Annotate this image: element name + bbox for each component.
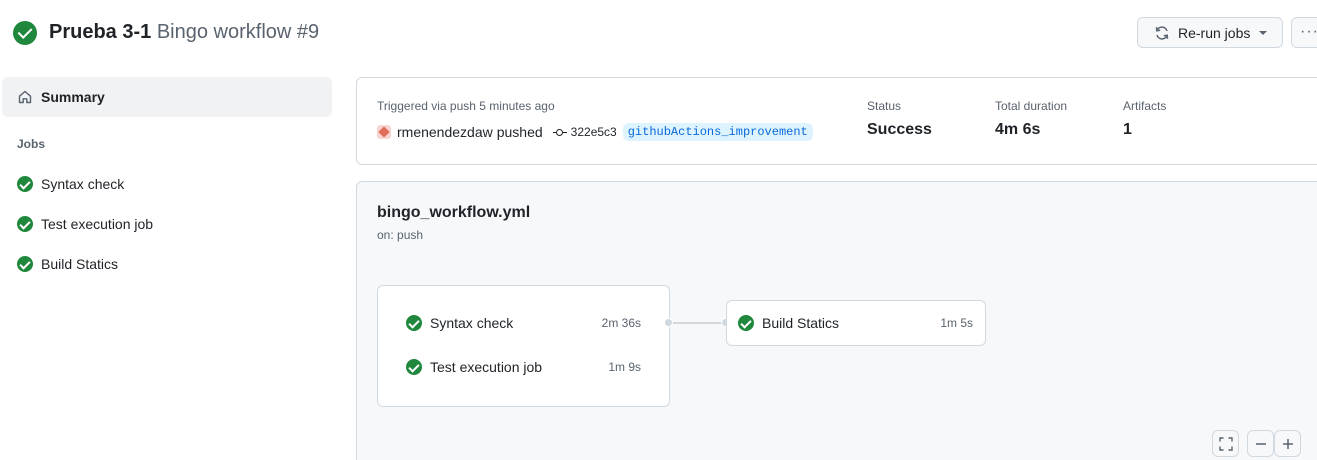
run-status-success-icon	[13, 21, 37, 45]
workflow-file-name[interactable]: bingo_workflow.yml	[377, 204, 530, 222]
connector-dot	[664, 318, 673, 327]
artifacts-label: Artifacts	[1123, 99, 1167, 113]
success-icon	[406, 315, 422, 331]
sync-icon	[1155, 25, 1169, 40]
plus-icon	[1282, 438, 1293, 449]
job-group: Syntax check 2m 36s Test execution job 1…	[377, 285, 670, 407]
triggered-text: Triggered via push 5 minutes ago	[377, 99, 555, 113]
success-icon	[17, 256, 33, 272]
actor-name[interactable]: rmenendezdaw	[397, 124, 493, 140]
graph-job-test-execution[interactable]: Test execution job 1m 9s	[406, 359, 641, 375]
caret-down-icon	[1259, 30, 1268, 35]
jobs-heading: Jobs	[17, 137, 46, 151]
success-icon	[406, 359, 422, 375]
graph-job-label: Syntax check	[430, 315, 514, 331]
screen-full-icon	[1218, 436, 1233, 451]
status-stat: Status Success	[867, 99, 932, 139]
branch-label[interactable]: githubActions_improvement	[622, 123, 813, 141]
sidebar-job-syntax-check[interactable]: Syntax check	[17, 176, 124, 192]
graph-job-duration: 2m 36s	[601, 316, 641, 330]
sidebar-job-test-execution[interactable]: Test execution job	[17, 216, 153, 232]
status-value: Success	[867, 121, 932, 138]
fullscreen-button[interactable]	[1212, 430, 1239, 457]
graph-job-label: Test execution job	[430, 359, 543, 375]
more-options-button[interactable]: ···	[1291, 17, 1317, 48]
success-icon	[738, 315, 754, 331]
home-icon	[18, 90, 32, 104]
sidebar-job-label: Syntax check	[41, 176, 125, 192]
graph-job-build-statics[interactable]: Build Statics 1m 5s	[738, 315, 973, 331]
graph-job-duration: 1m 5s	[940, 316, 973, 330]
workflow-name: Prueba 3-1	[49, 21, 152, 43]
sidebar-summary-label: Summary	[41, 89, 105, 105]
git-commit-icon	[552, 128, 567, 136]
push-action: pushed	[496, 124, 543, 140]
job-connector-line	[670, 322, 726, 324]
graph-job-duration: 1m 9s	[608, 360, 641, 374]
rerun-jobs-button[interactable]: Re-run jobs	[1137, 17, 1283, 48]
duration-label: Total duration	[995, 99, 1068, 113]
sidebar-job-build-statics[interactable]: Build Statics	[17, 256, 118, 272]
run-summary-panel: Triggered via push 5 minutes ago rmenend…	[356, 77, 1317, 165]
page-title: Prueba 3-1 Bingo workflow #9	[49, 20, 319, 44]
sidebar-item-summary[interactable]: Summary	[2, 77, 332, 117]
duration-value: 4m 6s	[995, 121, 1041, 138]
dash-icon	[1255, 442, 1266, 445]
sidebar-job-label: Build Statics	[41, 256, 119, 272]
artifacts-value[interactable]: 1	[1123, 121, 1166, 139]
avatar[interactable]	[377, 125, 391, 139]
run-title: Bingo workflow #9	[156, 21, 320, 43]
zoom-in-button[interactable]	[1274, 430, 1301, 457]
graph-job-syntax-check[interactable]: Syntax check 2m 36s	[406, 315, 641, 331]
graph-job-label: Build Statics	[762, 315, 840, 331]
duration-stat: Total duration 4m 6s	[995, 99, 1067, 139]
push-info: rmenendezdaw pushed 322e5c3 githubAction…	[377, 123, 813, 141]
status-label: Status	[867, 99, 902, 113]
success-icon	[17, 216, 33, 232]
artifacts-stat: Artifacts 1	[1123, 99, 1166, 139]
workflow-trigger: on: push	[377, 228, 424, 242]
rerun-jobs-label: Re-run jobs	[1178, 24, 1251, 41]
sidebar-job-label: Test execution job	[41, 216, 154, 232]
zoom-out-button[interactable]	[1247, 430, 1274, 457]
graph-job-build-statics-box: Build Statics 1m 5s	[726, 300, 986, 346]
commit-sha-link[interactable]: 322e5c3	[571, 125, 617, 139]
success-icon	[17, 176, 33, 192]
workflow-graph[interactable]: bingo_workflow.yml on: push Syntax check…	[356, 181, 1317, 460]
